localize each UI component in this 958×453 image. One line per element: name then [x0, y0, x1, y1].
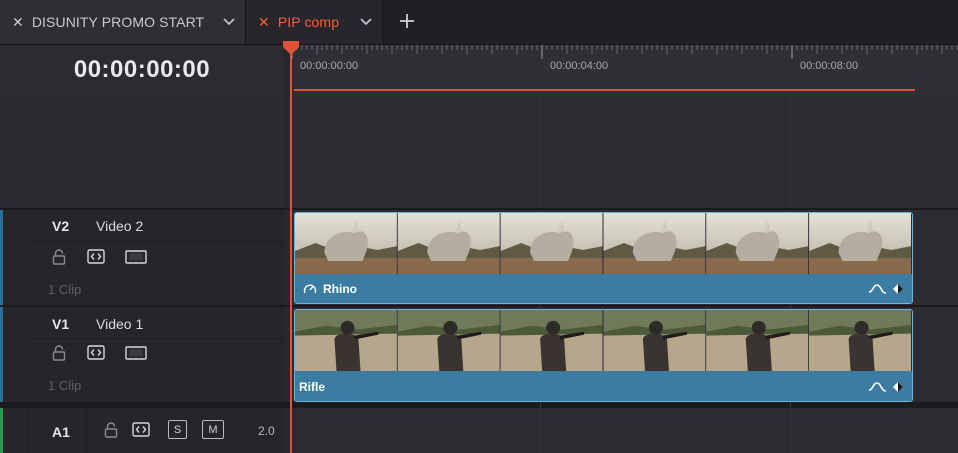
tab-label: PIP comp: [277, 14, 340, 30]
track-id-v1: V1: [52, 316, 70, 332]
playhead-line[interactable]: [290, 52, 292, 453]
close-icon[interactable]: ✕: [258, 14, 270, 31]
track-output-icon[interactable]: [125, 250, 147, 269]
clip-rifle[interactable]: Rifle: [294, 309, 913, 402]
ruler-label: 00:00:04:00: [550, 60, 609, 72]
ruler-label: 00:00:08:00: [800, 60, 859, 72]
curve-icon[interactable]: [868, 381, 888, 393]
clip-thumbnails: [295, 213, 912, 274]
plus-icon[interactable]: [396, 9, 418, 33]
close-icon[interactable]: ✕: [12, 14, 24, 31]
solo-button[interactable]: S: [168, 420, 187, 439]
header-divider: [28, 408, 29, 453]
empty-track-header-area: [0, 95, 284, 208]
lock-icon[interactable]: [52, 345, 66, 366]
tab-label: DISUNITY PROMO START: [31, 14, 205, 30]
speed-change-icon: [303, 282, 317, 296]
curve-icon[interactable]: [868, 283, 888, 295]
auto-select-icon[interactable]: [87, 345, 105, 365]
empty-lane-area: [290, 95, 958, 208]
track-name-v1[interactable]: Video 1: [96, 316, 143, 332]
track-color-indicator: [0, 210, 3, 305]
tab-disunity-promo-start[interactable]: ✕ DISUNITY PROMO START: [0, 0, 246, 44]
track-output-icon[interactable]: [125, 346, 147, 365]
lock-icon[interactable]: [52, 249, 66, 270]
clip-rhino[interactable]: Rhino: [294, 212, 913, 304]
chevron-down-icon[interactable]: [223, 18, 235, 26]
track-color-indicator: [0, 408, 3, 453]
keyframe-icon[interactable]: [892, 381, 904, 393]
audio-channel-format: 2.0: [258, 424, 275, 438]
keyframe-icon[interactable]: [892, 283, 904, 295]
lane-a1[interactable]: [290, 408, 958, 453]
clip-count-v2: 1 Clip: [48, 282, 82, 297]
clip-name-rifle: Rifle: [299, 380, 326, 394]
auto-select-icon[interactable]: [132, 422, 150, 442]
timecode-panel: 00:00:00:00: [0, 45, 284, 95]
current-timecode[interactable]: 00:00:00:00: [74, 56, 210, 84]
timeline-ruler[interactable]: 00:00:00:00 00:00:04:00 00:00:08:00: [290, 45, 958, 95]
clip-name-rhino: Rhino: [323, 282, 357, 296]
clip-thumbnails: [295, 310, 912, 371]
mute-button[interactable]: M: [202, 420, 224, 439]
clip-label-bar: Rhino: [295, 275, 912, 303]
track-color-indicator: [0, 307, 3, 402]
clip-count-v1: 1 Clip: [48, 378, 82, 393]
playhead-handle[interactable]: [282, 40, 300, 61]
header-divider: [86, 408, 87, 453]
auto-select-icon[interactable]: [87, 249, 105, 269]
track-id-v2: V2: [52, 218, 70, 234]
ruler-label: 00:00:00:00: [300, 60, 359, 72]
track-id-a1: A1: [52, 424, 70, 440]
render-range-bar: [294, 89, 915, 91]
lock-icon[interactable]: [104, 422, 118, 443]
clip-label-bar: Rifle: [295, 373, 912, 401]
chevron-down-icon[interactable]: [360, 18, 372, 26]
track-name-v2[interactable]: Video 2: [96, 218, 143, 234]
tab-pip-comp[interactable]: ✕ PIP comp: [246, 0, 383, 44]
